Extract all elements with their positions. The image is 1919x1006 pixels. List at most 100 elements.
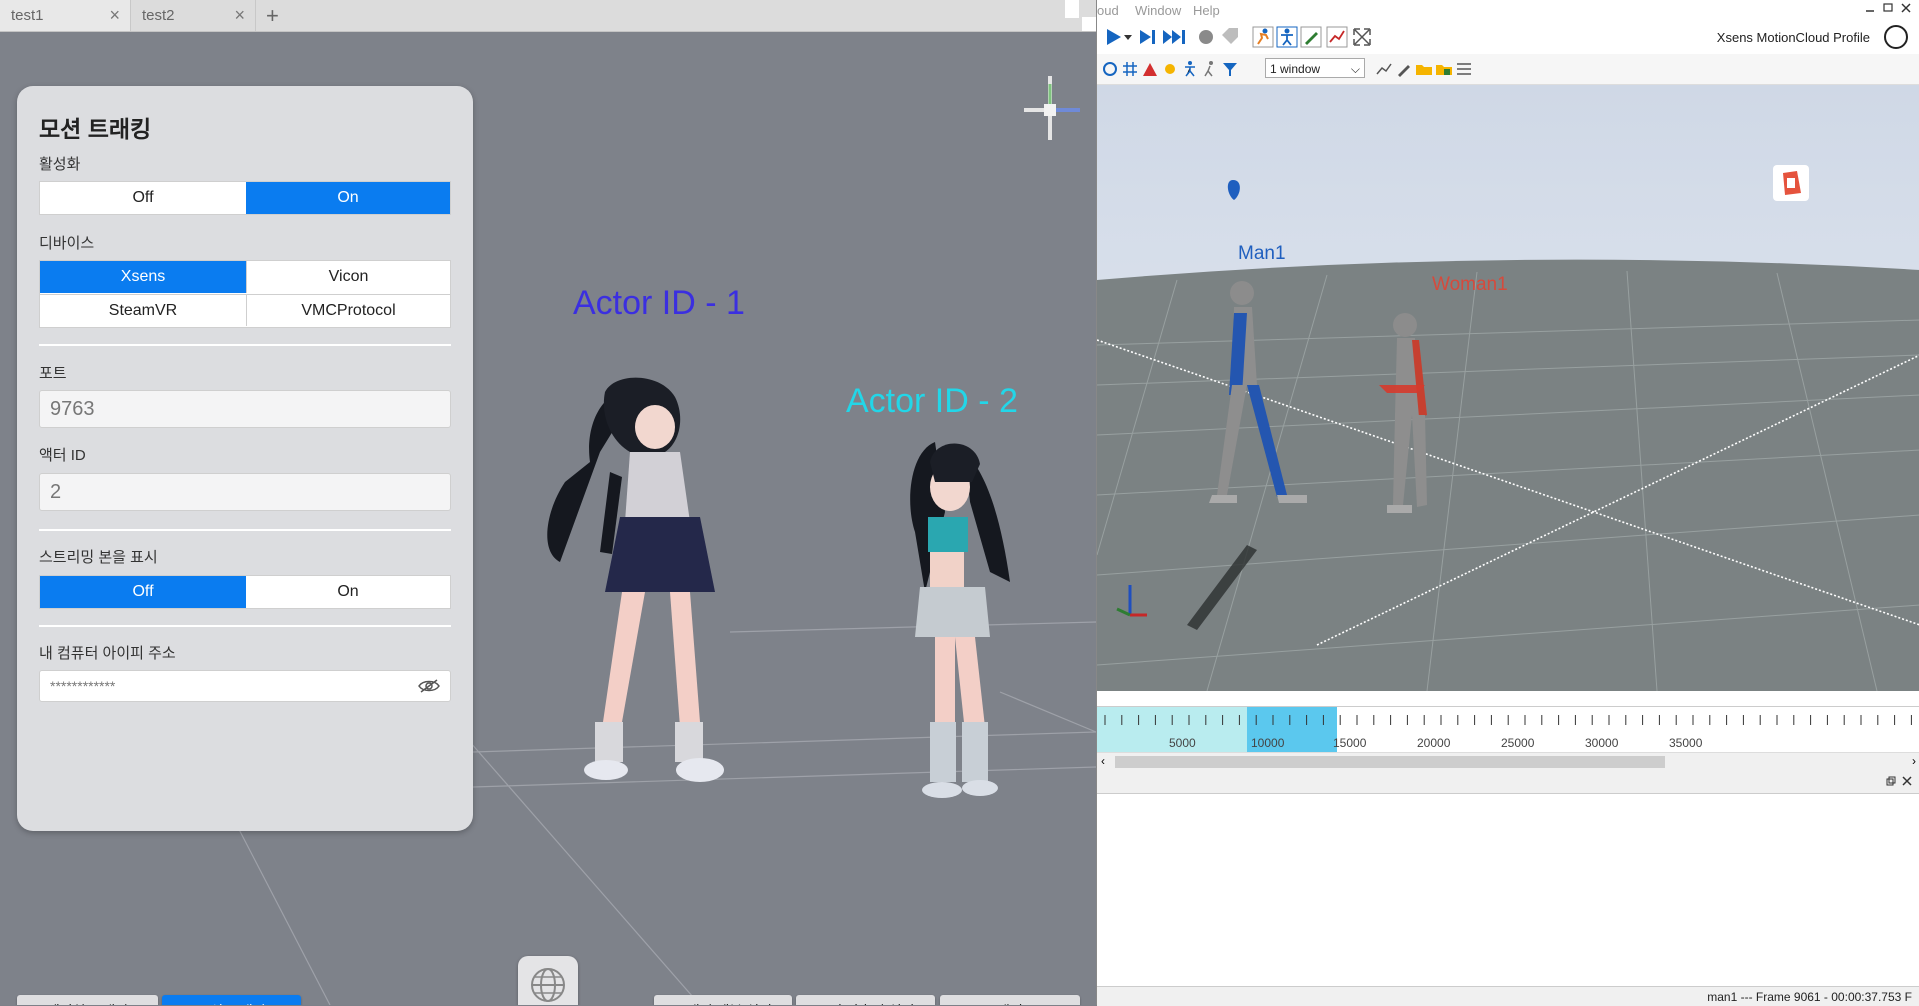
pencil-icon[interactable] xyxy=(1395,60,1413,78)
globe-button[interactable] xyxy=(518,956,578,1005)
graph-icon[interactable] xyxy=(1326,26,1348,48)
tab-bar: test1 × test2 × + xyxy=(0,0,1096,32)
window-edge xyxy=(1065,0,1079,18)
motion-tracking-button[interactable]: 모션 트래킹 xyxy=(162,995,301,1005)
play-dropdown-icon[interactable] xyxy=(1123,26,1133,48)
record-icon[interactable] xyxy=(1195,26,1217,48)
main-toolbar: Xsens MotionCloud Profile xyxy=(1097,20,1919,55)
menu-item-cloud[interactable]: oud xyxy=(1097,3,1119,18)
tab-label: test2 xyxy=(142,7,175,24)
timeline-scrollbar[interactable]: ‹ › xyxy=(1097,752,1919,772)
facial-tracking-button[interactable]: 페이셜 트래킹 xyxy=(17,995,158,1005)
timeline-tick-label: 5000 xyxy=(1169,736,1196,750)
3d-viewport[interactable]: 모션 트래킹 활성화 Off On 디바이스 Xsens Vicon Steam… xyxy=(0,32,1096,1005)
character-actor1 xyxy=(547,377,724,782)
timeline[interactable]: 5000 10000 15000 20000 25000 30000 35000 xyxy=(1097,706,1919,752)
add-tab-button[interactable]: + xyxy=(266,0,279,31)
actor-run-icon[interactable] xyxy=(1252,26,1274,48)
close-icon[interactable]: × xyxy=(234,0,245,31)
expression-shortcuts-button[interactable]: 표정 단축키 설정 xyxy=(796,995,935,1005)
actor-button[interactable]: 액터 xyxy=(940,995,1080,1005)
fast-forward-icon[interactable] xyxy=(1161,26,1187,48)
tab-test1[interactable]: test1 × xyxy=(0,0,131,31)
actor-pose-icon[interactable] xyxy=(1276,26,1298,48)
actor1-label: Actor ID - 1 xyxy=(573,284,745,322)
activation-on-button[interactable]: On xyxy=(246,182,450,214)
globe-icon xyxy=(531,968,565,1002)
scroll-left-icon[interactable]: ‹ xyxy=(1101,754,1105,768)
divider xyxy=(39,625,451,627)
axis-gizmo-icon[interactable] xyxy=(1020,70,1088,146)
streaming-bones-label: 스트리밍 본을 표시 xyxy=(39,549,158,566)
status-bar: man1 --- Frame 9061 - 00:00:37.753 F xyxy=(1097,986,1919,1006)
skeleton-icon[interactable] xyxy=(1181,60,1199,78)
lower-pane-header xyxy=(1097,771,1919,794)
man1-label: Man1 xyxy=(1238,243,1286,264)
divider xyxy=(39,344,451,346)
fullscreen-icon[interactable] xyxy=(1351,26,1373,48)
ip-address-field[interactable]: ************ xyxy=(39,670,451,702)
menu-bar: oud Window Help xyxy=(1097,0,1919,20)
grid-icon[interactable] xyxy=(1121,60,1139,78)
tab-label: test1 xyxy=(11,7,44,24)
activation-label: 활성화 xyxy=(39,156,81,173)
tag-icon[interactable] xyxy=(1219,26,1241,48)
list-icon[interactable] xyxy=(1455,60,1473,78)
close-icon[interactable]: × xyxy=(109,0,120,31)
streaming-on-button[interactable]: On xyxy=(246,576,450,608)
xsens-motioncloud-app: oud Window Help Xsens MotionCloud Profil… xyxy=(1096,0,1919,1006)
character-actor2 xyxy=(910,442,1010,798)
ip-address-value: ************ xyxy=(50,678,116,694)
device-vmcprotocol-button[interactable]: VMCProtocol xyxy=(246,294,450,326)
window-edge xyxy=(1082,17,1096,31)
filter-icon[interactable] xyxy=(1221,60,1239,78)
chart-icon[interactable] xyxy=(1375,60,1393,78)
device-vicon-button[interactable]: Vicon xyxy=(246,261,450,293)
triangle-icon[interactable] xyxy=(1141,60,1159,78)
tab-test2[interactable]: test2 × xyxy=(131,0,256,31)
close-icon[interactable] xyxy=(1902,776,1912,786)
timeline-tick-label: 25000 xyxy=(1501,736,1535,750)
status-text: man1 --- Frame 9061 - 00:00:37.753 F xyxy=(1707,990,1912,1004)
motion-tracking-panel: 모션 트래킹 활성화 Off On 디바이스 Xsens Vicon Steam… xyxy=(17,86,473,831)
port-input[interactable]: 9763 xyxy=(39,390,451,428)
window-select[interactable]: 1 window ⌵ xyxy=(1265,58,1365,78)
menu-item-window[interactable]: Window xyxy=(1135,3,1181,18)
weather-icon[interactable] xyxy=(1161,60,1179,78)
timeline-tick-label: 10000 xyxy=(1251,736,1285,750)
device-xsens-button[interactable]: Xsens xyxy=(40,261,246,293)
actor-id-input[interactable]: 2 xyxy=(39,473,451,511)
eye-hidden-icon[interactable] xyxy=(418,678,440,694)
actor-id-label: 액터 ID xyxy=(39,447,86,464)
user-profile-icon[interactable] xyxy=(1884,25,1908,49)
restore-icon[interactable] xyxy=(1886,776,1896,786)
device-selector: Xsens Vicon SteamVR VMCProtocol xyxy=(39,260,451,328)
edit-icon[interactable] xyxy=(1300,26,1322,48)
scroll-thumb[interactable] xyxy=(1115,756,1665,768)
window-controls[interactable] xyxy=(1862,0,1916,16)
tracking-app: test1 × test2 × + 모션 트래킹 활성화 Off On 디바이스… xyxy=(0,0,1096,1005)
divider xyxy=(39,529,451,531)
profile-name[interactable]: Xsens MotionCloud Profile xyxy=(1717,30,1870,45)
walk-icon[interactable] xyxy=(1201,60,1219,78)
play-icon[interactable] xyxy=(1103,26,1125,48)
refresh-icon[interactable] xyxy=(1101,60,1119,78)
activation-off-button[interactable]: Off xyxy=(40,182,246,214)
device-steamvr-button[interactable]: SteamVR xyxy=(40,294,246,326)
streaming-bones-toggle: Off On xyxy=(39,575,451,609)
motion-viewport[interactable]: Man1 Woman1 xyxy=(1097,85,1919,691)
folder-open-icon[interactable] xyxy=(1415,60,1433,78)
streaming-off-button[interactable]: Off xyxy=(40,576,246,608)
ip-address-label: 내 컴퓨터 아이피 주소 xyxy=(39,645,176,662)
device-label: 디바이스 xyxy=(39,235,95,252)
scroll-right-icon[interactable]: › xyxy=(1912,754,1916,768)
menu-item-help[interactable]: Help xyxy=(1193,3,1220,18)
port-label: 포트 xyxy=(39,365,67,382)
timeline-tick-label: 20000 xyxy=(1417,736,1451,750)
panel-title: 모션 트래킹 xyxy=(39,116,152,142)
motioncloud-icon[interactable] xyxy=(1773,165,1809,201)
step-forward-icon[interactable] xyxy=(1137,26,1159,48)
tracking-settings-button[interactable]: 트래킹 세부 설정 xyxy=(654,995,792,1005)
timeline-tick-label: 15000 xyxy=(1333,736,1367,750)
folder-save-icon[interactable] xyxy=(1435,60,1453,78)
